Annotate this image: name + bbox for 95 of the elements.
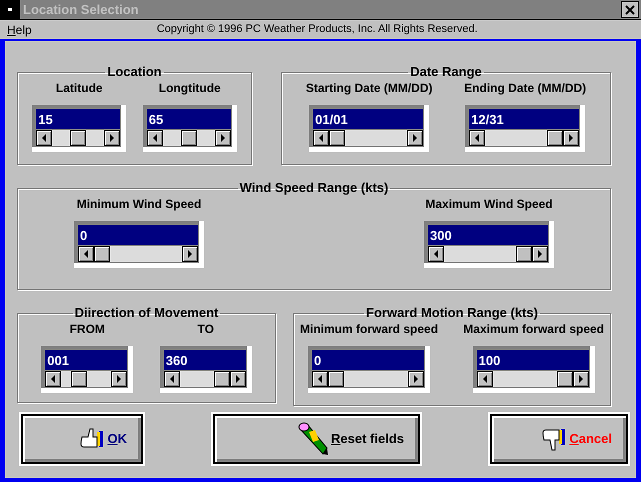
pencil-icon xyxy=(297,422,330,456)
scroll-right-button[interactable] xyxy=(532,246,548,262)
scroll-left-button[interactable] xyxy=(146,130,163,146)
scroll-right-button[interactable] xyxy=(182,246,198,262)
value-field[interactable]: 12/31 xyxy=(469,109,580,129)
scrollbar[interactable] xyxy=(164,371,246,387)
scroll-right-button[interactable] xyxy=(111,371,128,387)
field-label: Maximum forward speed xyxy=(463,321,604,338)
field-label: Ending Date (MM/DD) xyxy=(464,80,586,97)
scroll-right-button[interactable] xyxy=(214,130,231,146)
close-icon xyxy=(625,4,635,14)
left-triangle-icon xyxy=(168,375,175,383)
left-triangle-icon xyxy=(83,250,89,258)
thumbs-down-icon xyxy=(541,426,568,452)
field-label: Minimum forward speed xyxy=(300,321,438,338)
left-triangle-icon xyxy=(482,375,488,383)
group-title: Date Range xyxy=(409,65,483,79)
left-triangle-icon xyxy=(433,250,439,258)
scrollbar[interactable] xyxy=(36,130,120,146)
right-triangle-icon xyxy=(187,250,193,258)
field-label: Minimum Wind Speed xyxy=(76,196,202,213)
scroll-left-button[interactable] xyxy=(469,130,486,146)
value-field[interactable]: 001 xyxy=(45,350,128,370)
scroll-thumb[interactable] xyxy=(556,371,573,387)
reset-fields-button[interactable]: Reset fields xyxy=(213,414,420,464)
left-triangle-icon xyxy=(152,134,158,142)
right-triangle-icon xyxy=(220,134,226,142)
window-menu-icon[interactable] xyxy=(0,0,20,19)
scroll-left-button[interactable] xyxy=(45,371,62,387)
field-label: Starting Date (MM/DD) xyxy=(306,80,432,97)
left-triangle-icon xyxy=(41,134,48,142)
value-field[interactable]: 01/01 xyxy=(313,109,424,129)
scrollbar[interactable] xyxy=(146,130,231,146)
value-field[interactable]: 100 xyxy=(476,350,589,370)
scroll-thumb[interactable] xyxy=(70,130,86,146)
scroll-thumb[interactable] xyxy=(214,371,230,387)
scrollbar[interactable] xyxy=(313,130,424,146)
scrollbar[interactable] xyxy=(428,246,548,262)
scroll-right-button[interactable] xyxy=(230,371,246,387)
scroll-left-button[interactable] xyxy=(312,371,328,387)
menu-item[interactable]: Help xyxy=(0,20,39,38)
field-label: Longtitude xyxy=(158,80,221,97)
right-triangle-icon xyxy=(412,134,418,142)
group-title: Wind Speed Range (kts) xyxy=(238,181,390,195)
scroll-thumb[interactable] xyxy=(180,130,197,146)
group-title: Diirection of Movement xyxy=(74,306,220,320)
value-field[interactable]: 360 xyxy=(164,350,246,370)
scrollbar[interactable] xyxy=(469,130,580,146)
scroll-thumb[interactable] xyxy=(547,130,564,146)
field-label: TO xyxy=(198,321,214,338)
value-field[interactable]: 15 xyxy=(36,109,120,129)
field-label: Maximum Wind Speed xyxy=(425,196,553,213)
scroll-left-button[interactable] xyxy=(78,246,94,262)
scroll-left-button[interactable] xyxy=(313,130,330,146)
scroll-left-button[interactable] xyxy=(428,246,444,262)
value-field[interactable]: 300 xyxy=(428,225,548,245)
scroll-right-button[interactable] xyxy=(563,130,580,146)
window-title: Location Selection xyxy=(23,0,140,19)
right-triangle-icon xyxy=(109,134,116,142)
scroll-right-button[interactable] xyxy=(407,130,424,146)
value-field[interactable]: 0 xyxy=(78,225,198,245)
right-triangle-icon xyxy=(568,134,574,142)
scroll-right-button[interactable] xyxy=(572,371,589,387)
right-triangle-icon xyxy=(578,375,584,383)
right-triangle-icon xyxy=(116,375,122,383)
field-label: FROM xyxy=(70,321,105,338)
scroll-left-button[interactable] xyxy=(476,371,493,387)
field-label: Latitude xyxy=(56,80,103,97)
left-triangle-icon xyxy=(317,375,324,383)
scroll-thumb[interactable] xyxy=(516,246,532,262)
scroll-left-button[interactable] xyxy=(36,130,52,146)
scroll-thumb[interactable] xyxy=(328,371,344,387)
scrollbar[interactable] xyxy=(78,246,198,262)
group-title: Location xyxy=(106,65,163,79)
scroll-thumb[interactable] xyxy=(94,246,110,262)
scroll-thumb[interactable] xyxy=(329,130,346,146)
close-button[interactable] xyxy=(621,1,639,18)
scroll-left-button[interactable] xyxy=(164,371,180,387)
left-triangle-icon xyxy=(474,134,480,142)
value-field[interactable]: 65 xyxy=(146,109,231,129)
scrollbar[interactable] xyxy=(476,371,589,387)
copyright-text: Copyright © 1996 PC Weather Products, Inc. All Rights Reserved. xyxy=(156,22,478,38)
value-field[interactable]: 0 xyxy=(312,350,424,370)
group-title: Forward Motion Range (kts) xyxy=(365,306,539,320)
left-triangle-icon xyxy=(50,375,56,383)
scroll-right-button[interactable] xyxy=(104,130,120,146)
ok-button[interactable]: OK xyxy=(21,414,143,464)
left-triangle-icon xyxy=(318,134,324,142)
scroll-right-button[interactable] xyxy=(408,371,424,387)
scrollbar[interactable] xyxy=(312,371,424,387)
right-triangle-icon xyxy=(537,250,543,258)
scroll-thumb[interactable] xyxy=(71,371,88,387)
right-triangle-icon xyxy=(234,375,241,383)
right-triangle-icon xyxy=(413,375,420,383)
scrollbar[interactable] xyxy=(45,371,128,387)
